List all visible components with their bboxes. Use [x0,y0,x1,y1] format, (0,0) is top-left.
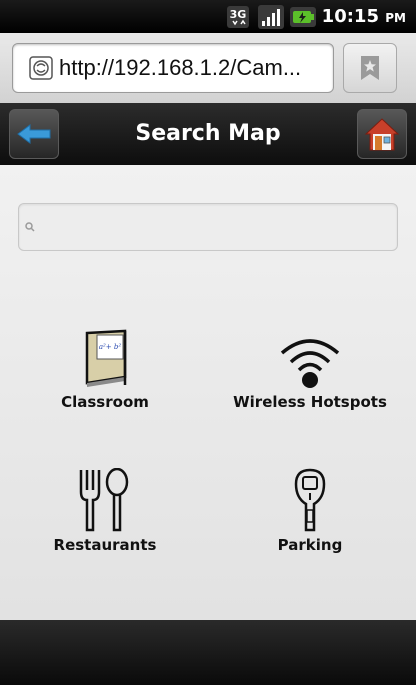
category-label: Classroom [61,393,149,411]
parking-meter-icon [294,468,326,532]
site-icon [29,56,53,80]
bookmark-button[interactable] [343,43,397,93]
url-text[interactable]: http://192.168.1.2/Cam... [59,55,329,81]
fork-spoon-icon [79,468,129,532]
clock-time: 10:15 [321,6,379,27]
status-bar: 3G 10:15 PM [0,0,416,33]
home-button[interactable] [357,109,407,159]
3g-icon: 3G [226,5,249,28]
bookmark-star-icon [361,56,379,80]
main-content: a²+ b² Classroom Wireless Hotspots Resta… [0,165,416,620]
home-icon [364,118,400,151]
category-restaurants[interactable]: Restaurants [5,468,205,554]
category-parking[interactable]: Parking [210,468,410,554]
wifi-icon [280,339,340,388]
battery-charging-icon [289,6,316,27]
category-wireless-hotspots[interactable]: Wireless Hotspots [210,325,410,411]
footer-bar [0,620,416,685]
status-icons: 3G 10:15 PM [226,0,416,33]
clock: 10:15 PM [322,6,406,27]
category-label: Restaurants [53,536,157,554]
url-field[interactable]: http://192.168.1.2/Cam... [12,43,334,93]
classroom-icon: a²+ b² [85,329,127,387]
network-label: 3G [229,8,246,21]
browser-toolbar: http://192.168.1.2/Cam... [0,33,416,104]
page-title: Search Map [135,121,281,146]
search-icon [25,222,35,232]
clock-ampm: PM [385,11,406,25]
signal-icon [257,4,284,29]
category-classroom[interactable]: a²+ b² Classroom [5,325,205,411]
search-input[interactable] [18,203,398,251]
category-label: Parking [277,536,343,554]
svg-text:a²+ b²: a²+ b² [99,343,122,351]
app-header: Search Map [0,103,416,165]
category-label: Wireless Hotspots [233,393,387,411]
